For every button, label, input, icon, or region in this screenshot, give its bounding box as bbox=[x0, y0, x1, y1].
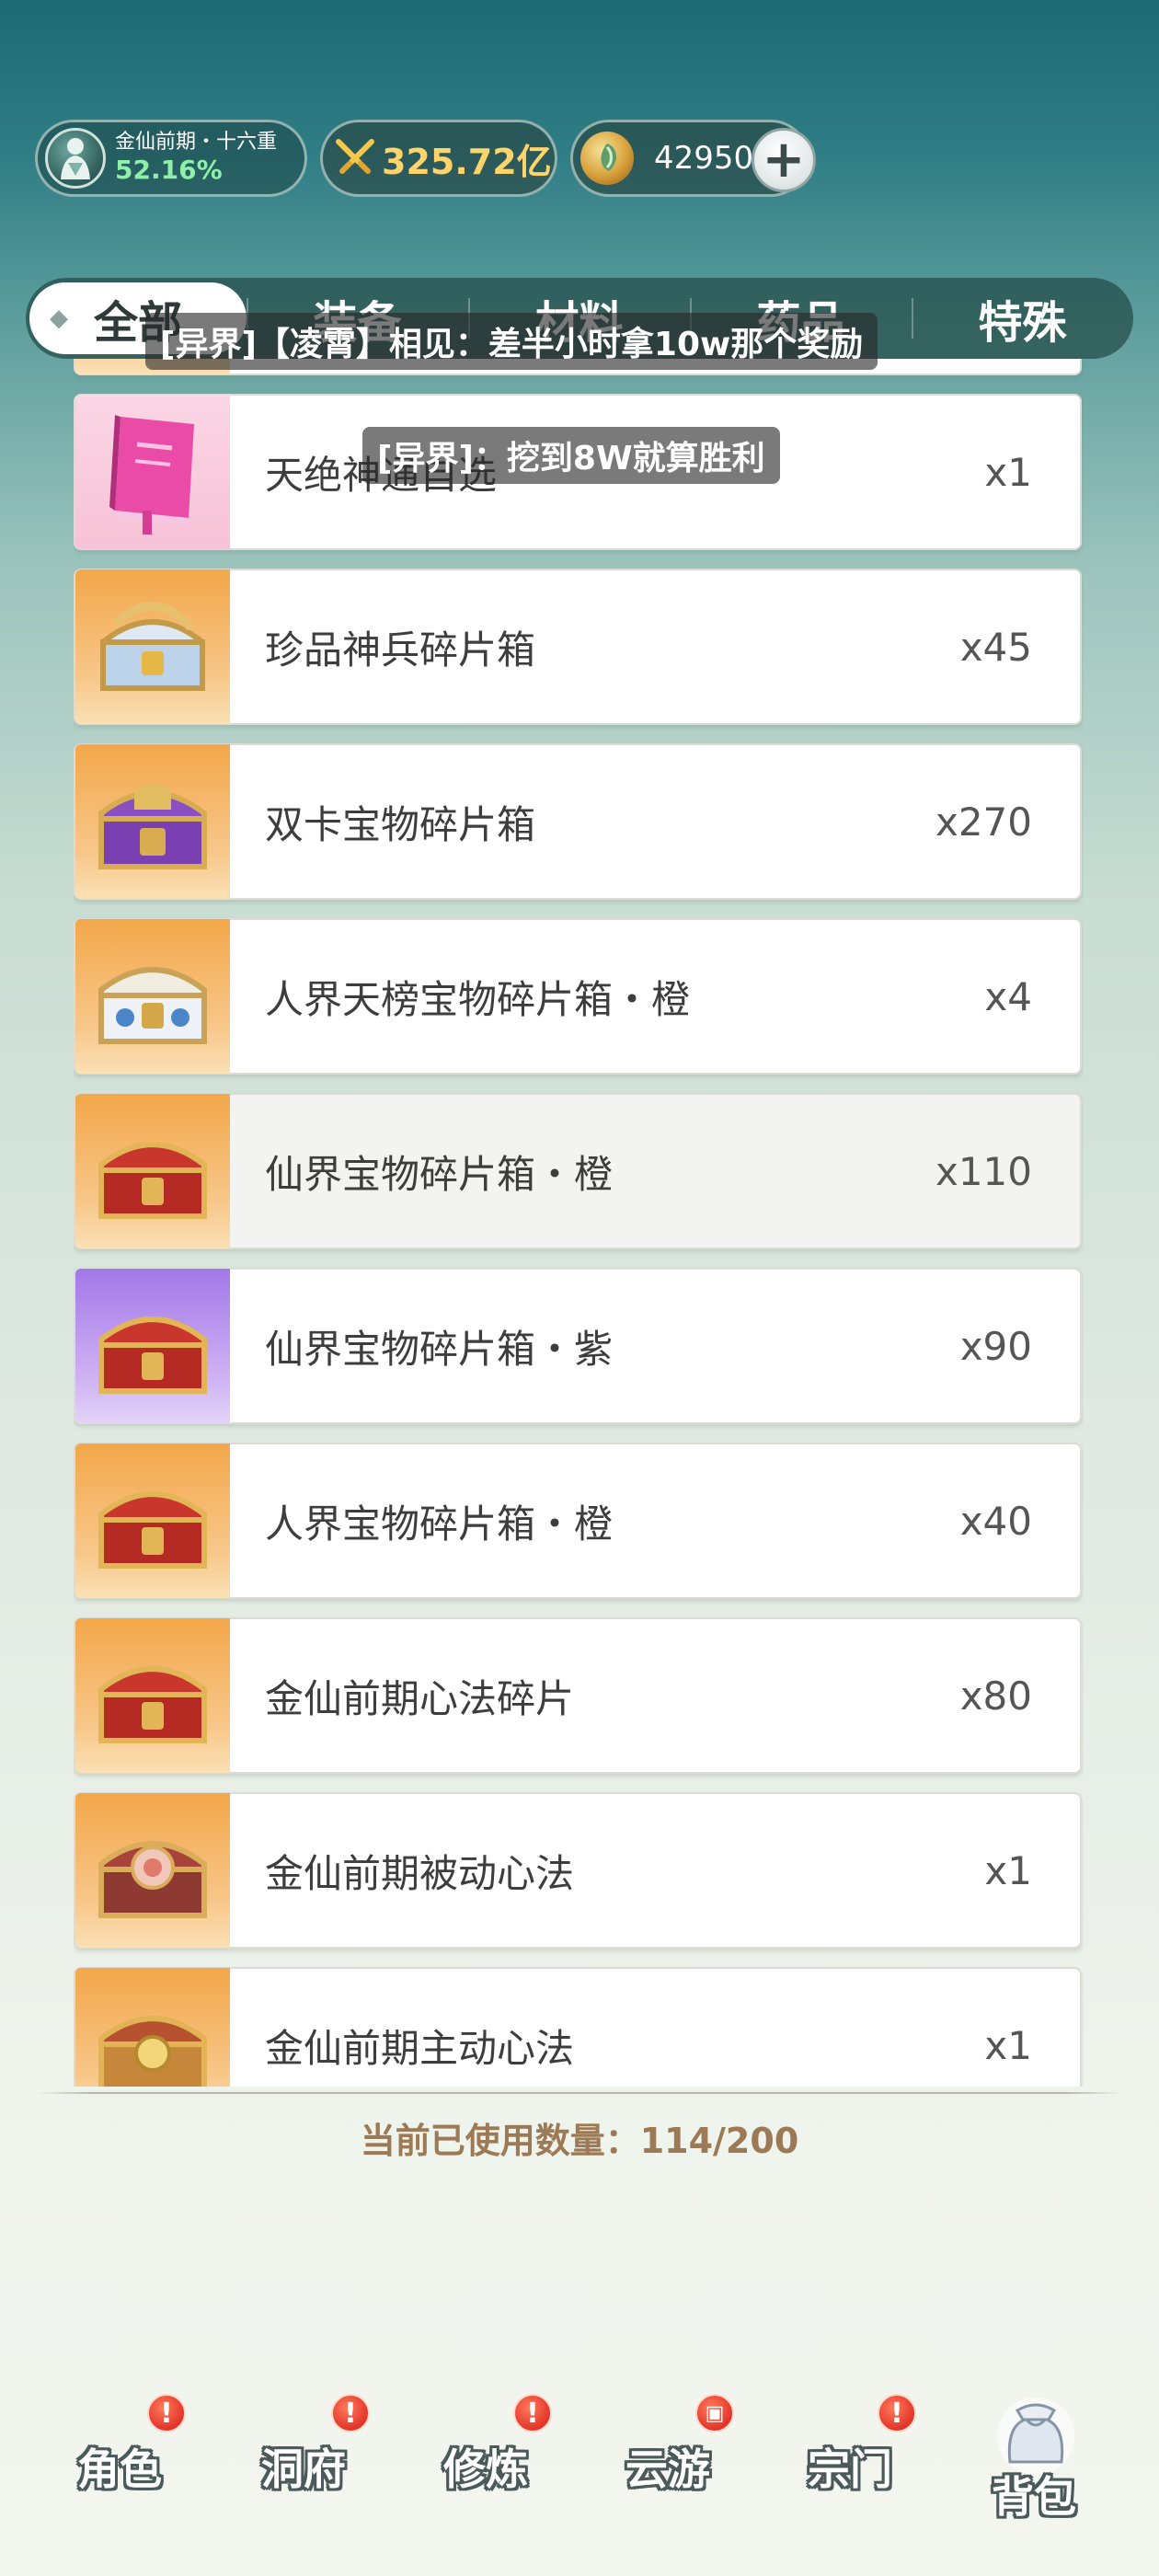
dragon-chest-icon bbox=[75, 569, 230, 724]
realm-name: 金仙前期・十六重 bbox=[115, 131, 278, 154]
nav-character[interactable]: ! 角色 bbox=[55, 2383, 186, 2512]
book-icon bbox=[75, 395, 230, 549]
list-item[interactable]: 仙界宝物碎片箱・橙 x110 bbox=[74, 1093, 1082, 1249]
red-chest-icon bbox=[75, 1618, 230, 1773]
inventory-list[interactable]: 天绝神通自选 x1 珍品神兵碎片箱 x45 双卡宝物碎片箱 x270 bbox=[74, 359, 1084, 2087]
item-quantity: x1 bbox=[984, 1847, 1032, 1893]
rose-chest-icon bbox=[75, 1793, 230, 1948]
bottom-nav: ! 角色 ! 洞府 ! 修炼 ▣ 云游 ! 宗门 背包 bbox=[55, 2383, 1113, 2530]
nav-bag[interactable]: 背包 bbox=[970, 2383, 1098, 2522]
nav-sect[interactable]: ! 宗门 bbox=[786, 2383, 916, 2512]
item-quantity: x270 bbox=[935, 799, 1032, 845]
add-currency-button[interactable]: + bbox=[752, 128, 816, 192]
item-quantity: x80 bbox=[959, 1673, 1032, 1719]
red-chest-icon bbox=[75, 1443, 230, 1598]
list-item[interactable]: 金仙前期被动心法 x1 bbox=[74, 1792, 1082, 1949]
item-name: 人界宝物碎片箱・橙 bbox=[265, 1501, 614, 1547]
avatar bbox=[45, 128, 106, 189]
bag-icon bbox=[997, 2398, 1074, 2475]
alert-badge: ! bbox=[878, 2394, 916, 2432]
ornate-chest-icon bbox=[75, 919, 230, 1074]
item-name: 仙界宝物碎片箱・紫 bbox=[265, 1326, 614, 1372]
gift-badge: ▣ bbox=[695, 2394, 734, 2432]
nav-cultivate[interactable]: ! 修炼 bbox=[421, 2383, 552, 2512]
list-item[interactable]: 双卡宝物碎片箱 x270 bbox=[74, 743, 1082, 900]
item-name: 金仙前期主动心法 bbox=[265, 2025, 575, 2071]
item-name: 金仙前期被动心法 bbox=[265, 1850, 575, 1896]
bag-capacity: 当前已使用数量：114/200 bbox=[360, 2121, 799, 2161]
item-quantity: x4 bbox=[984, 973, 1032, 1019]
status-bar: 金仙前期・十六重 52.16% 325.72亿 42950 + bbox=[35, 120, 816, 197]
item-quantity: x1 bbox=[984, 449, 1032, 495]
purple-chest-icon bbox=[75, 744, 230, 899]
item-quantity: x90 bbox=[959, 1323, 1032, 1369]
item-quantity: x1 bbox=[984, 2022, 1032, 2068]
item-quantity: x45 bbox=[959, 624, 1032, 670]
red-chest-icon bbox=[75, 1269, 230, 1423]
nav-cave[interactable]: ! 洞府 bbox=[239, 2383, 370, 2512]
alert-badge: ! bbox=[147, 2394, 186, 2432]
alert-badge: ! bbox=[513, 2394, 552, 2432]
list-item[interactable]: 金仙前期心法碎片 x80 bbox=[74, 1617, 1082, 1774]
item-name: 仙界宝物碎片箱・橙 bbox=[265, 1151, 614, 1197]
list-item[interactable]: 人界宝物碎片箱・橙 x40 bbox=[74, 1443, 1082, 1599]
realm-progress: 52.16% bbox=[115, 155, 223, 186]
tab-special[interactable]: 特殊 bbox=[912, 278, 1133, 359]
list-item[interactable]: 金仙前期主动心法 x1 bbox=[74, 1967, 1082, 2087]
world-chat-message: [异界]【凌霄】相见：差半小时拿10w那个奖励 bbox=[145, 313, 878, 370]
currency[interactable]: 42950 + bbox=[570, 120, 816, 197]
item-name: 双卡宝物碎片箱 bbox=[265, 801, 536, 847]
divider bbox=[37, 2092, 1122, 2094]
realm-info[interactable]: 金仙前期・十六重 52.16% bbox=[35, 120, 307, 197]
item-name: 人界天榜宝物碎片箱・橙 bbox=[265, 976, 691, 1022]
list-item[interactable]: 仙界宝物碎片箱・紫 x90 bbox=[74, 1268, 1082, 1424]
spirit-stone-icon bbox=[580, 132, 634, 185]
item-name: 珍品神兵碎片箱 bbox=[265, 627, 536, 673]
currency-value: 42950 bbox=[654, 140, 754, 177]
list-item[interactable]: 人界天榜宝物碎片箱・橙 x4 bbox=[74, 918, 1082, 1075]
alert-badge: ! bbox=[331, 2394, 370, 2432]
gold-chest-icon bbox=[75, 1968, 230, 2087]
cultivator-icon bbox=[61, 138, 90, 179]
item-quantity: x40 bbox=[959, 1498, 1032, 1544]
nav-travel[interactable]: ▣ 云游 bbox=[603, 2383, 734, 2512]
world-chat-message: [异界]：挖到8W就算胜利 bbox=[362, 427, 780, 484]
item-name: 金仙前期心法碎片 bbox=[265, 1675, 575, 1721]
red-chest-icon bbox=[75, 1094, 230, 1248]
item-quantity: x110 bbox=[935, 1148, 1032, 1194]
diamond-icon: ◆ bbox=[50, 305, 68, 332]
combat-power-value: 325.72亿 bbox=[382, 141, 552, 182]
list-item[interactable]: 珍品神兵碎片箱 x45 bbox=[74, 569, 1082, 725]
combat-power[interactable]: 325.72亿 bbox=[320, 120, 557, 197]
swords-icon bbox=[334, 137, 376, 179]
